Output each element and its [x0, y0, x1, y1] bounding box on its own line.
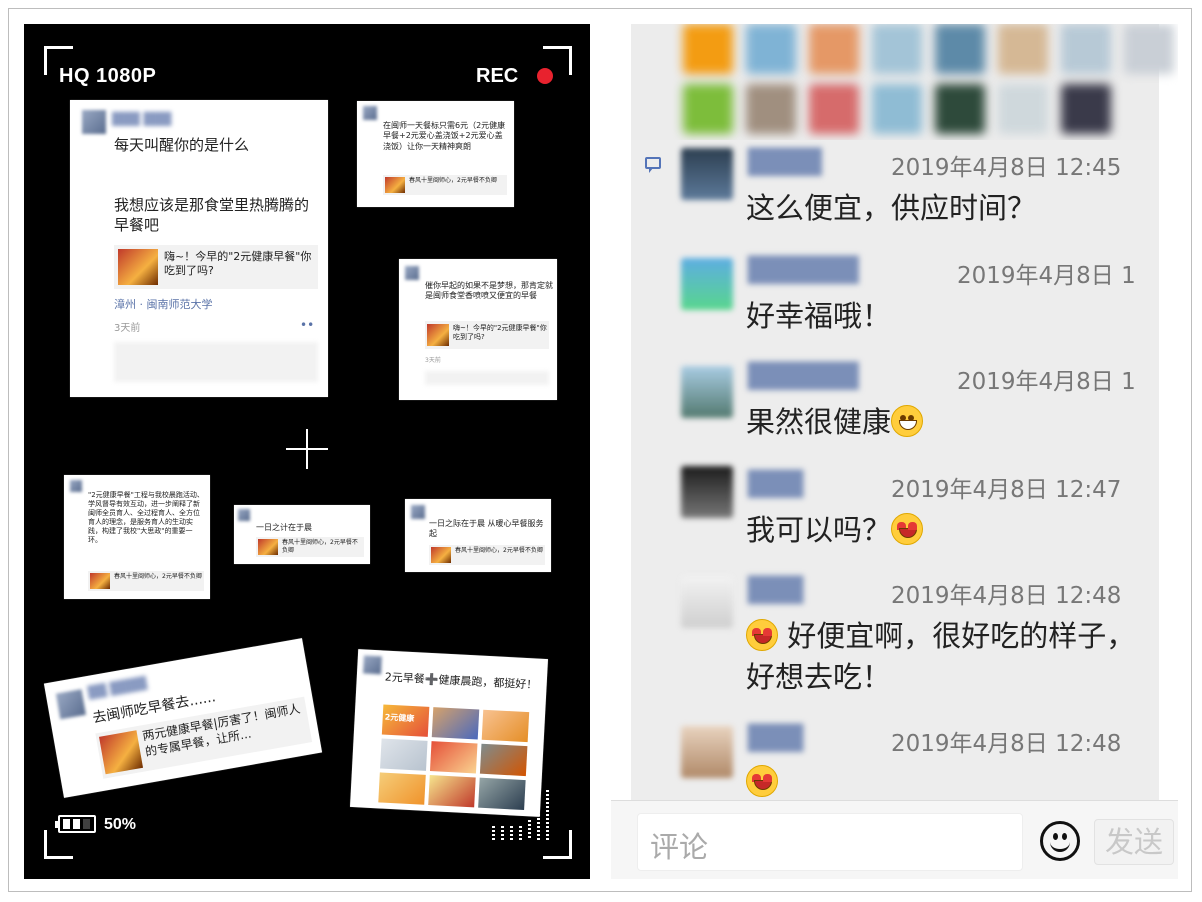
- commenter-name[interactable]: ███: [748, 576, 803, 604]
- heart-eyes-emoji-icon: [746, 619, 778, 651]
- grin-emoji-icon: [891, 405, 924, 437]
- moment-card: 一日之际在于晨 从暖心早餐服务起 春风十里闽师心，2元早餐不负卿: [405, 499, 551, 572]
- commenter-name[interactable]: ███: [748, 470, 803, 498]
- avatar: [55, 689, 86, 720]
- avatar[interactable]: [681, 726, 733, 778]
- comment-icon: [645, 157, 661, 173]
- comment-bar: 评论 发送: [611, 800, 1178, 879]
- post-text: 每天叫醒你的是什么: [114, 136, 250, 154]
- avatar[interactable]: [681, 366, 733, 418]
- moment-card: 在闽师一天餐标只需6元（2元健康早餐+2元爱心盖浇饭+2元爱心盖浇饭）让你一天精…: [357, 101, 514, 207]
- commenter-name[interactable]: ████: [748, 148, 822, 176]
- comment-time: 2019年4月8日 1: [957, 263, 1136, 289]
- post-text: 催你早起的如果不是梦想，那肯定就是闽师食堂香喷喷又便宜的早餐: [425, 281, 553, 301]
- avatar: [70, 480, 82, 492]
- post-text: 一日之际在于晨 从暖心早餐服务起: [429, 519, 544, 539]
- avatar: [82, 110, 106, 134]
- post-time: 3天前: [425, 357, 441, 364]
- comments-panel: ████ 2019年4月8日 12:45 这么便宜，供应时间？ ██████ 2…: [611, 24, 1178, 879]
- battery-percent: 50%: [104, 816, 137, 833]
- comment-text: 果然很健康: [746, 402, 1136, 443]
- viewfinder-corner: [44, 830, 73, 859]
- likes-list: [425, 371, 549, 385]
- camera-viewfinder: HQ 1080P REC 50% ███ ███ 每天叫醒你的是什么 我想应该是…: [24, 24, 590, 879]
- link-preview[interactable]: 嗨~！今早的"2元健康早餐"你吃到了吗?: [425, 321, 549, 349]
- avatar[interactable]: [681, 258, 733, 310]
- post-text: 我想应该是那食堂里热腾腾的早餐吧: [114, 196, 310, 234]
- link-preview[interactable]: 春风十里闽师心，2元早餐不负卿: [256, 537, 364, 557]
- avatar: [238, 509, 250, 521]
- link-preview[interactable]: 春风十里闽师心，2元早餐不负卿: [429, 545, 545, 565]
- moment-card: 2元早餐➕健康晨跑，都挺好！ 2元健康: [349, 649, 549, 817]
- moment-card: 催你早起的如果不是梦想，那肯定就是闽师食堂香喷喷又便宜的早餐 嗨~！今早的"2元…: [399, 259, 557, 400]
- moment-card: ██ ████ 去闽师吃早餐去...... 两元健康早餐|厉害了！闽师人的专属早…: [43, 638, 323, 798]
- comment-time: 2019年4月8日 12:45: [891, 155, 1122, 181]
- link-thumbnail: [118, 249, 158, 285]
- comment-input[interactable]: 评论: [637, 813, 1023, 871]
- post-time: 3天前: [114, 323, 141, 334]
- moment-card: "2元健康早餐"工程与我校晨跑活动、学风督导有效互动，进一步阐释了新闽师全员育人…: [64, 475, 210, 599]
- rec-indicator-icon: [537, 68, 553, 84]
- avatar[interactable]: [681, 148, 733, 200]
- comment-text: 我可以吗？: [746, 510, 1136, 551]
- comment-time: 2019年4月8日 1: [957, 369, 1136, 395]
- rec-label: REC: [476, 65, 519, 87]
- photo-label: 2元健康: [384, 712, 415, 724]
- moment-card: ███ ███ 每天叫醒你的是什么 我想应该是那食堂里热腾腾的早餐吧 嗨~！今早…: [70, 100, 328, 397]
- link-preview[interactable]: 春风十里闽师心，2元早餐不负卿: [383, 175, 507, 195]
- link-preview[interactable]: 春风十里闽师心，2元早餐不负卿: [88, 571, 204, 591]
- more-icon[interactable]: ••: [300, 318, 314, 334]
- avatar: [405, 266, 419, 280]
- commenter-name[interactable]: ██████: [748, 256, 859, 284]
- comment-text: 好便宜啊，很好吃的样子，好想去吃！: [746, 619, 1136, 694]
- heart-eyes-emoji-icon: [746, 765, 778, 797]
- send-button[interactable]: 发送: [1094, 819, 1174, 865]
- crosshair-icon: [306, 429, 308, 469]
- comment-text: 这么便宜，供应时间？: [746, 191, 1037, 225]
- likes-list: [114, 342, 318, 382]
- post-text: 在闽师一天餐标只需6元（2元健康早餐+2元爱心盖浇饭+2元爱心盖浇饭）让你一天精…: [383, 121, 506, 151]
- heart-eyes-emoji-icon: [891, 513, 924, 545]
- photo-grid[interactable]: 2元健康: [378, 704, 533, 811]
- comment-time: 2019年4月8日 12:47: [891, 477, 1122, 503]
- link-preview[interactable]: 嗨~！今早的"2元健康早餐"你吃到了吗?: [114, 245, 318, 289]
- post-text: 一日之计在于晨: [256, 523, 312, 532]
- comment-text: 好幸福哦！: [746, 299, 892, 333]
- comment-time: 2019年4月8日 12:48: [891, 583, 1122, 609]
- comment-time: 2019年4月8日 12:48: [891, 731, 1122, 757]
- post-text: 2元早餐➕健康晨跑，都挺好！: [384, 670, 538, 692]
- emoji-picker-icon[interactable]: [1040, 821, 1080, 861]
- avatar[interactable]: [681, 466, 733, 518]
- photo-grid[interactable]: [631, 24, 1174, 144]
- comment-text: [746, 762, 1136, 803]
- battery-icon: [55, 815, 96, 833]
- avatar: [363, 106, 377, 120]
- commenter-name[interactable]: ███: [748, 724, 803, 752]
- location-link[interactable]: 漳州 · 闽南师范大学: [114, 298, 213, 312]
- avatar: [363, 655, 382, 675]
- comment-list: ████ 2019年4月8日 12:45 这么便宜，供应时间？ ██████ 2…: [631, 140, 1159, 800]
- moment-card: 一日之计在于晨 春风十里闽师心，2元早餐不负卿: [234, 505, 370, 564]
- commenter-name[interactable]: ██████: [748, 362, 859, 390]
- avatar[interactable]: [681, 576, 733, 628]
- post-text: "2元健康早餐"工程与我校晨跑活动、学风督导有效互动，进一步阐释了新闽师全员育人…: [88, 491, 204, 545]
- quality-label: HQ 1080P: [59, 65, 157, 87]
- avatar: [411, 505, 425, 519]
